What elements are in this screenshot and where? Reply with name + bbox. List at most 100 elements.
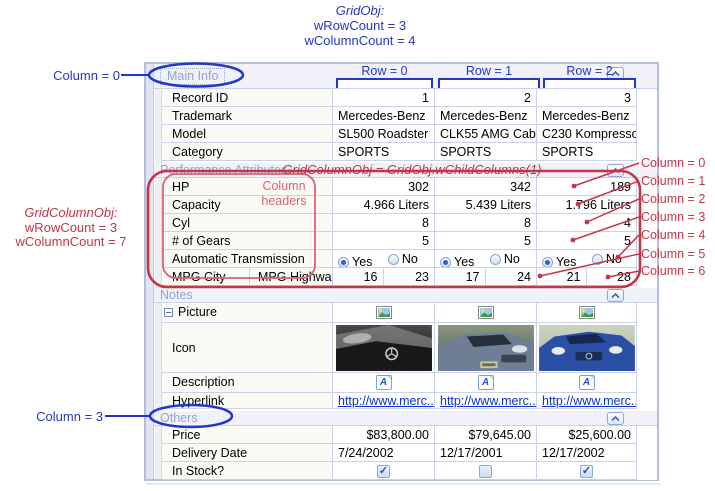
row-header-picture[interactable]: Picture [162, 303, 333, 323]
radio-yes[interactable] [338, 257, 349, 268]
cell-hp-2[interactable]: 189 [537, 178, 637, 196]
row-header-icon[interactable]: Icon [162, 323, 333, 373]
cell-hp-0[interactable]: 302 [333, 178, 435, 196]
cell-hyperlink-0[interactable]: http://www.merc... [333, 393, 435, 409]
cell-transmission-1[interactable]: Yes No [435, 250, 537, 268]
cell-description-0[interactable]: A [333, 373, 435, 393]
cell-picture-0[interactable] [333, 303, 435, 323]
row-filler [637, 444, 657, 462]
row-header-category[interactable]: Category [162, 143, 333, 161]
cell-hyperlink-1[interactable]: http://www.merc... [435, 393, 537, 409]
row-header-cyl[interactable]: Cyl [162, 214, 333, 232]
cell-mpg-city-1[interactable]: 17 [435, 268, 486, 285]
cell-model-0[interactable]: SL500 Roadster [333, 125, 435, 143]
row-header-price[interactable]: Price [162, 426, 333, 444]
cell-picture-1[interactable] [435, 303, 537, 323]
radio-yes[interactable] [542, 257, 553, 268]
right-label-column2: Column = 2 [641, 192, 713, 206]
cell-description-1[interactable]: A [435, 373, 537, 393]
cell-price-2[interactable]: $25,600.00 [537, 426, 637, 444]
table-row: Capacity 4.966 Liters 5.439 Liters 1.796… [162, 196, 657, 214]
cell-icon-2[interactable] [537, 323, 637, 373]
cell-mpg-city-2[interactable]: 21 [537, 268, 587, 285]
hyperlink[interactable]: http://www.merc... [542, 394, 637, 408]
checkbox-checked[interactable]: ✓ [377, 465, 390, 478]
collapse-button[interactable] [607, 164, 624, 177]
cell-category-0[interactable]: SPORTS [333, 143, 435, 161]
cell-capacity-2[interactable]: 1.796 Liters [537, 196, 637, 214]
cell-mpg-highway-1[interactable]: 24 [486, 268, 537, 285]
cell-icon-0[interactable] [333, 323, 435, 373]
cell-cyl-2[interactable]: 4 [537, 214, 637, 232]
row-header-automatic-transmission[interactable]: Automatic Transmission [162, 250, 333, 268]
cell-mpg-0[interactable]: 16 23 [333, 268, 435, 286]
cell-cyl-0[interactable]: 8 [333, 214, 435, 232]
row-header-gears[interactable]: # of Gears [162, 232, 333, 250]
checkbox-checked[interactable]: ✓ [580, 465, 593, 478]
grid-obj-note: GridObj: wRowCount = 3 wColumnCount = 4 [250, 3, 470, 48]
cell-mpg-city-0[interactable]: 16 [333, 268, 384, 285]
cell-mpg-1[interactable]: 17 24 [435, 268, 537, 286]
cell-record-id-2[interactable]: 3 [537, 89, 637, 107]
row-header-record-id[interactable]: Record ID [162, 89, 333, 107]
hyperlink[interactable]: http://www.merc... [338, 394, 435, 408]
band-header-notes[interactable]: Notes [154, 288, 657, 303]
row-header-delivery-date[interactable]: Delivery Date [162, 444, 333, 462]
cell-cyl-1[interactable]: 8 [435, 214, 537, 232]
cell-record-id-0[interactable]: 1 [333, 89, 435, 107]
row-header-in-stock[interactable]: In Stock? [162, 462, 333, 480]
cell-mpg-2[interactable]: 21 28 [537, 268, 637, 286]
cell-instock-1[interactable] [435, 462, 537, 480]
cell-trademark-1[interactable]: Mercedes-Benz [435, 107, 537, 125]
image-icon [478, 306, 494, 319]
collapse-button[interactable] [607, 412, 624, 425]
cell-capacity-1[interactable]: 5.439 Liters [435, 196, 537, 214]
row-header-trademark[interactable]: Trademark [162, 107, 333, 125]
cell-delivery-0[interactable]: 7/24/2002 [333, 444, 435, 462]
row-header-description[interactable]: Description [162, 373, 333, 393]
row-header-hyperlink[interactable]: Hyperlink [162, 393, 333, 409]
cell-model-1[interactable]: CLK55 AMG Cabri... [435, 125, 537, 143]
cell-hp-1[interactable]: 342 [435, 178, 537, 196]
band-header-others[interactable]: Others [154, 411, 657, 426]
radio-yes[interactable] [440, 257, 451, 268]
cell-delivery-1[interactable]: 12/17/2001 [435, 444, 537, 462]
cell-transmission-2[interactable]: Yes No [537, 250, 637, 268]
cell-transmission-0[interactable]: Yes No [333, 250, 435, 268]
radio-no[interactable] [388, 254, 399, 265]
column-headers-caption: Column headers [250, 179, 318, 209]
cell-mpg-highway-0[interactable]: 23 [384, 268, 435, 285]
row-header-mpg-highway[interactable]: MPG Highway [250, 268, 332, 285]
cell-category-2[interactable]: SPORTS [537, 143, 637, 161]
cell-description-2[interactable]: A [537, 373, 637, 393]
hyperlink[interactable]: http://www.merc... [440, 394, 537, 408]
collapse-minus-icon[interactable] [164, 308, 173, 317]
cell-instock-0[interactable]: ✓ [333, 462, 435, 480]
cell-price-0[interactable]: $83,800.00 [333, 426, 435, 444]
radio-no[interactable] [490, 254, 501, 265]
cell-icon-1[interactable] [435, 323, 537, 373]
cell-gears-0[interactable]: 5 [333, 232, 435, 250]
radio-yes-label: Yes [352, 255, 372, 268]
checkbox-unchecked[interactable] [479, 465, 492, 478]
cell-gears-1[interactable]: 5 [435, 232, 537, 250]
cell-capacity-0[interactable]: 4.966 Liters [333, 196, 435, 214]
cell-mpg-highway-2[interactable]: 28 [587, 268, 637, 285]
cell-price-1[interactable]: $79,645.00 [435, 426, 537, 444]
cell-record-id-1[interactable]: 2 [435, 89, 537, 107]
cell-picture-2[interactable] [537, 303, 637, 323]
row-header-model[interactable]: Model [162, 125, 333, 143]
cell-trademark-0[interactable]: Mercedes-Benz [333, 107, 435, 125]
radio-no[interactable] [592, 254, 603, 265]
cell-instock-2[interactable]: ✓ [537, 462, 637, 480]
cell-delivery-2[interactable]: 12/17/2002 [537, 444, 637, 462]
collapse-button[interactable] [607, 289, 624, 302]
cell-hyperlink-2[interactable]: http://www.merc... [537, 393, 637, 409]
row-header-mpg-city[interactable]: MPG City [162, 268, 250, 285]
cell-gears-2[interactable]: 5 [537, 232, 637, 250]
cell-model-2[interactable]: C230 Kompresso... [537, 125, 637, 143]
table-row: In Stock? ✓ ✓ [162, 462, 657, 480]
cell-category-1[interactable]: SPORTS [435, 143, 537, 161]
row-header-mpg[interactable]: MPG City MPG Highway [162, 268, 333, 286]
cell-trademark-2[interactable]: Mercedes-Benz [537, 107, 637, 125]
